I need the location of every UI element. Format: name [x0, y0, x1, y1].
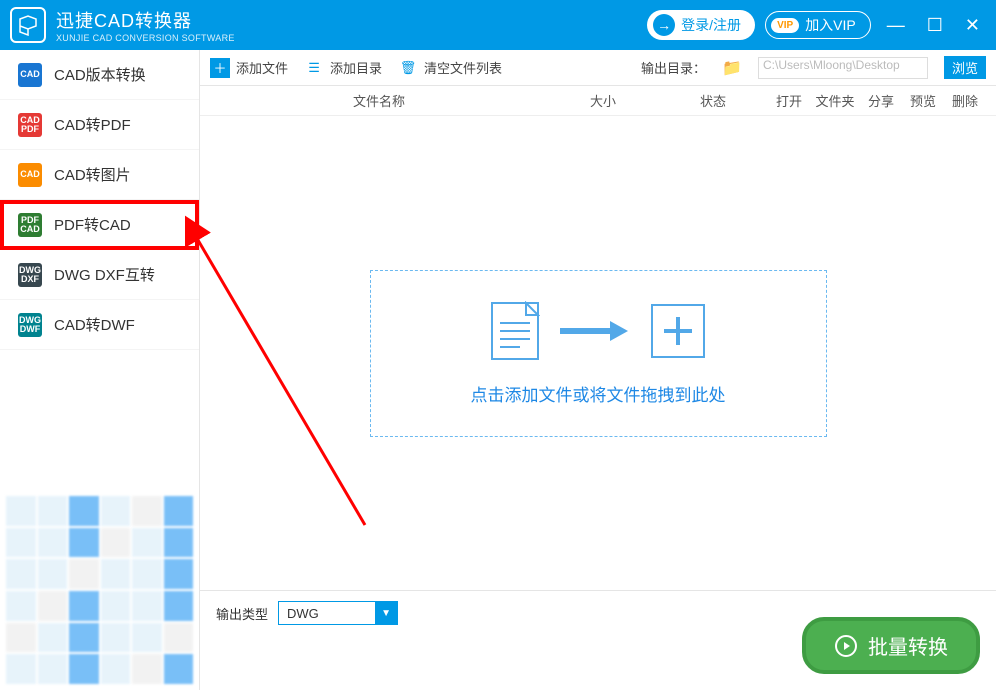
add-dir-label: 添加目录	[330, 58, 382, 77]
cad-dwf-icon: DWGDWF	[18, 313, 42, 337]
batch-convert-button[interactable]: 批量转换	[802, 617, 980, 674]
sidebar-item-label: CAD转PDF	[54, 114, 131, 135]
sidebar-item-label: CAD转DWF	[54, 314, 135, 335]
add-file-label: 添加文件	[236, 58, 288, 77]
drop-graphics	[471, 301, 726, 361]
col-filename: 文件名称	[210, 91, 548, 110]
col-size: 大小	[548, 91, 658, 110]
drop-hint: 点击添加文件或将文件拖拽到此处	[471, 381, 726, 406]
toolbar: ＋ 添加文件 ☰ 添加目录 🗑 清空文件列表 输出目录： 📁 C:\Users\…	[200, 50, 996, 86]
trash-icon: 🗑	[398, 58, 418, 78]
app-title: 迅捷CAD转换器	[56, 7, 235, 33]
outtype-value: DWG	[287, 606, 319, 621]
cad-image-icon: CAD	[18, 163, 42, 187]
add-box-icon	[650, 303, 706, 359]
col-delete: 删除	[944, 91, 986, 110]
arrow-right-icon	[560, 319, 630, 343]
cad-pdf-icon: CADPDF	[18, 113, 42, 137]
outdir-label: 输出目录：	[641, 58, 706, 77]
pdf-cad-icon: PDFCAD	[18, 213, 42, 237]
close-button[interactable]: ✕	[959, 15, 986, 36]
col-status: 状态	[658, 91, 768, 110]
vip-button[interactable]: VIP 加入VIP	[765, 11, 871, 39]
titlebar: 迅捷CAD转换器 XUNJIE CAD CONVERSION SOFTWARE …	[0, 0, 996, 50]
col-share: 分享	[860, 91, 902, 110]
drop-zone[interactable]: 点击添加文件或将文件拖拽到此处	[370, 270, 827, 437]
document-icon	[490, 301, 540, 361]
sidebar-ad-area	[0, 490, 199, 690]
sidebar-item-cad-to-pdf[interactable]: CADPDF CAD转PDF	[0, 100, 199, 150]
clear-list-label: 清空文件列表	[424, 58, 502, 77]
sidebar-item-cad-to-image[interactable]: CAD CAD转图片	[0, 150, 199, 200]
sidebar-item-pdf-to-cad[interactable]: PDFCAD PDF转CAD	[0, 200, 199, 250]
col-open: 打开	[768, 91, 810, 110]
add-file-button[interactable]: ＋ 添加文件	[210, 58, 288, 78]
minimize-button[interactable]: —	[881, 15, 911, 36]
sidebar-item-cad-version[interactable]: CAD CAD版本转换	[0, 50, 199, 100]
play-icon	[834, 634, 858, 658]
list-header: 文件名称 大小 状态 打开 文件夹 分享 预览 删除	[200, 86, 996, 116]
app-subtitle: XUNJIE CAD CONVERSION SOFTWARE	[56, 33, 235, 43]
outdir-path-input[interactable]: C:\Users\Mloong\Desktop	[758, 57, 928, 79]
outtype-select[interactable]: DWG ▼	[278, 601, 398, 625]
outtype-label: 输出类型	[216, 604, 268, 623]
clear-list-button[interactable]: 🗑 清空文件列表	[398, 58, 502, 78]
login-button[interactable]: → 登录/注册	[647, 10, 755, 40]
folder-icon: 📁	[722, 58, 742, 78]
sidebar-item-label: DWG DXF互转	[54, 264, 155, 285]
maximize-button[interactable]: ☐	[921, 15, 949, 36]
sidebar-item-dwg-dxf[interactable]: DWGDXF DWG DXF互转	[0, 250, 199, 300]
sidebar: CAD CAD版本转换 CADPDF CAD转PDF CAD CAD转图片 PD…	[0, 50, 200, 690]
sidebar-item-label: CAD版本转换	[54, 64, 146, 85]
bottom-bar: 输出类型 DWG ▼ 批量转换	[200, 590, 996, 690]
convert-label: 批量转换	[868, 631, 948, 660]
sidebar-item-cad-to-dwf[interactable]: DWGDWF CAD转DWF	[0, 300, 199, 350]
dwg-dxf-icon: DWGDXF	[18, 263, 42, 287]
sidebar-item-label: PDF转CAD	[54, 214, 131, 235]
app-logo-icon	[10, 7, 46, 43]
list-icon: ☰	[304, 58, 324, 78]
chevron-down-icon: ▼	[375, 602, 397, 624]
add-dir-button[interactable]: ☰ 添加目录	[304, 58, 382, 78]
sidebar-item-label: CAD转图片	[54, 164, 131, 185]
col-preview: 预览	[902, 91, 944, 110]
plus-icon: ＋	[210, 58, 230, 78]
vip-badge: VIP	[771, 18, 799, 33]
browse-button[interactable]: 浏览	[944, 56, 986, 79]
vip-label: 加入VIP	[805, 15, 856, 35]
cad-version-icon: CAD	[18, 63, 42, 87]
arrow-right-icon: →	[653, 14, 675, 36]
login-label: 登录/注册	[681, 15, 741, 35]
col-folder: 文件夹	[810, 91, 860, 110]
